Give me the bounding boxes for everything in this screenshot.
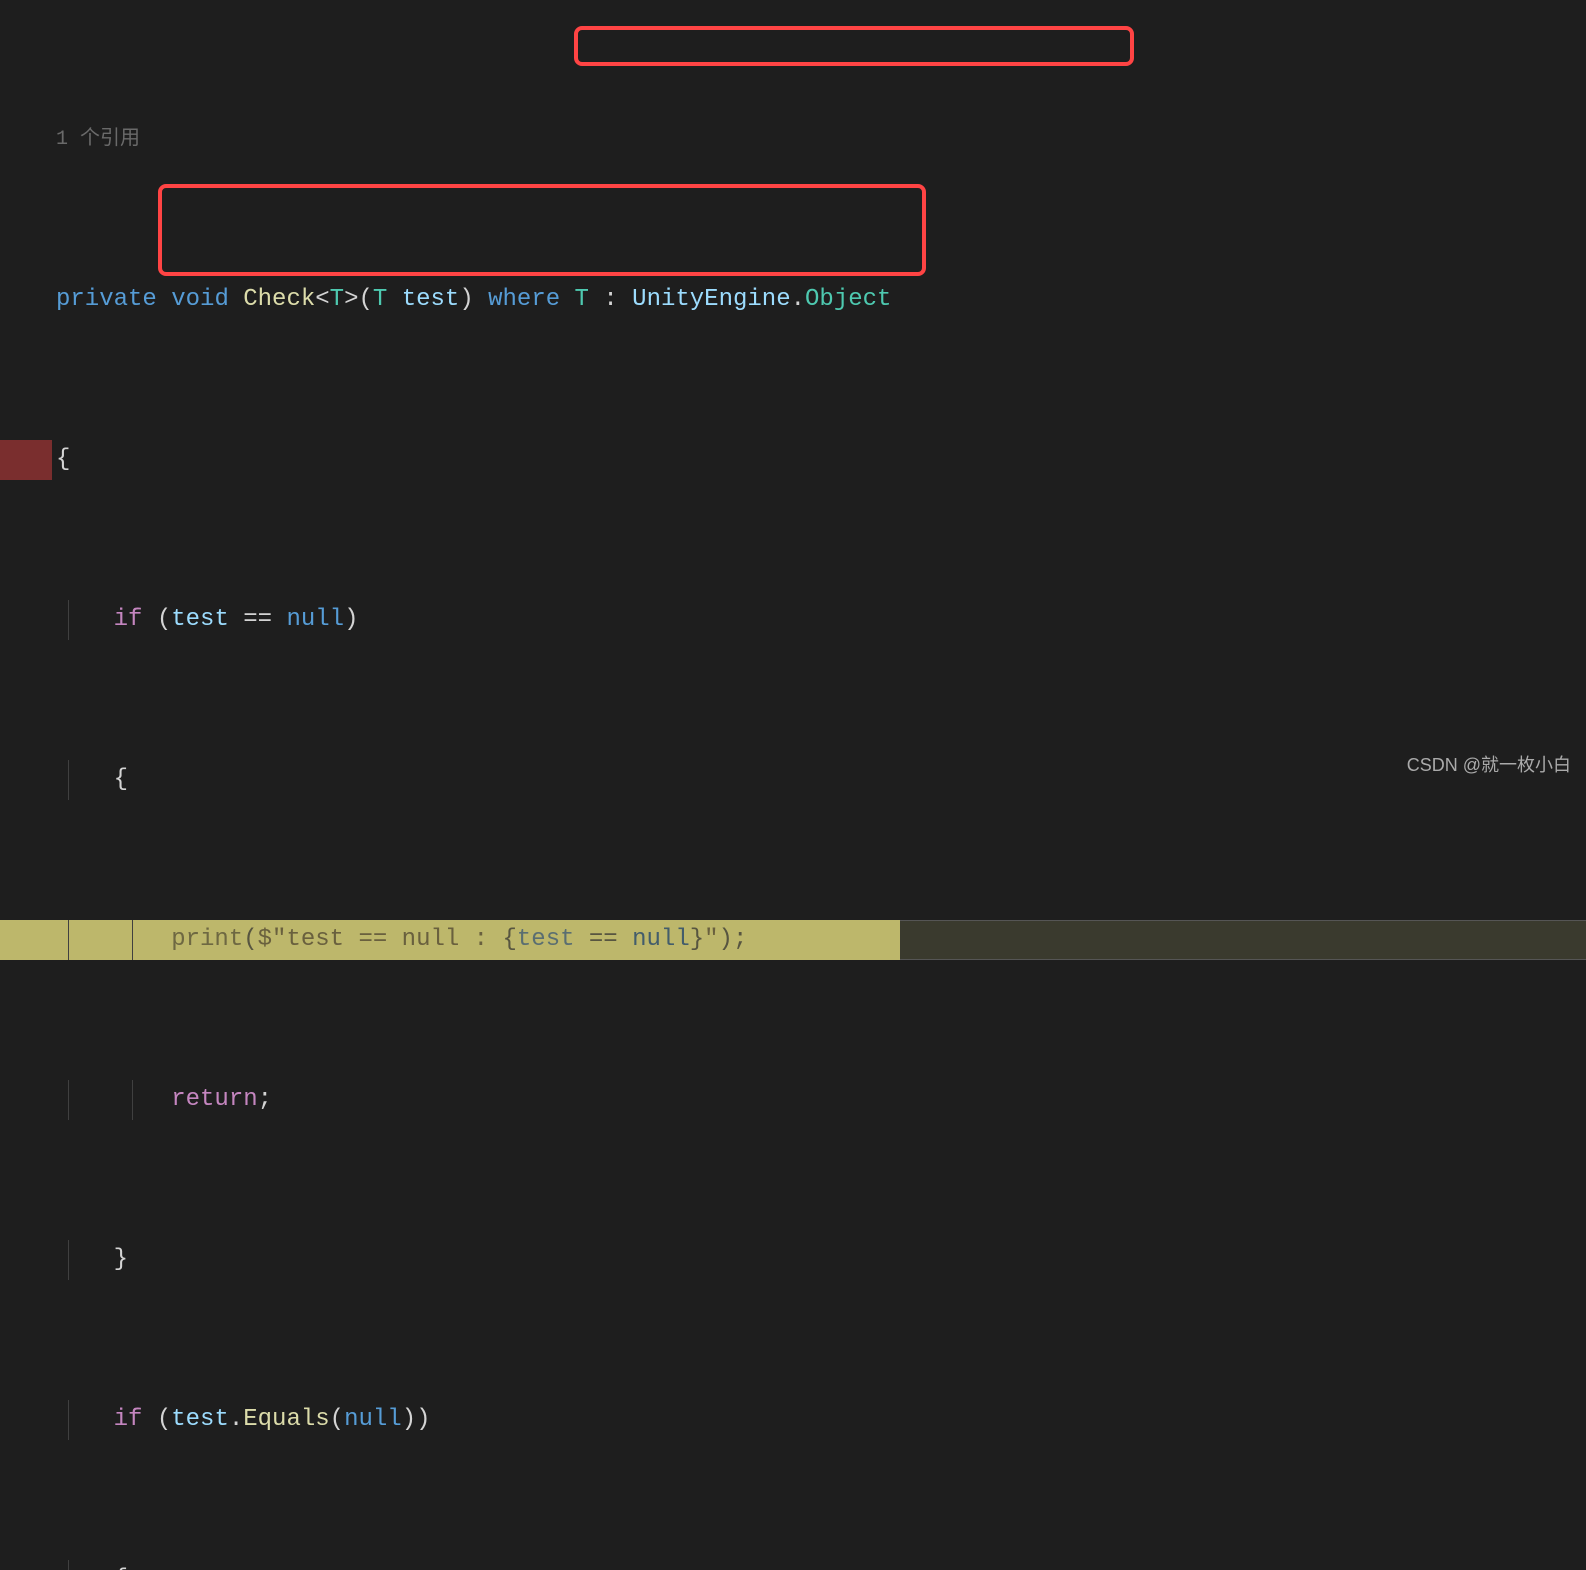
- annotation-box-2: [158, 184, 926, 276]
- open-brace: {: [56, 446, 70, 473]
- code-line[interactable]: {: [0, 1560, 1586, 1570]
- method-print: print: [171, 926, 243, 953]
- close-brace: }: [114, 1246, 128, 1273]
- method-equals: Equals: [243, 1406, 329, 1433]
- keyword-return: return: [171, 1086, 257, 1113]
- code-line[interactable]: if (test == null): [0, 600, 1586, 640]
- variable: test: [171, 606, 229, 633]
- code-line[interactable]: {: [0, 760, 1586, 800]
- reference-hint: 1 个引用: [0, 120, 1586, 160]
- code-line[interactable]: if (test.Equals(null)): [0, 1400, 1586, 1440]
- string-literal: "test == null :: [272, 926, 502, 953]
- code-line[interactable]: {: [0, 440, 1586, 480]
- code-editor[interactable]: 1 个引用 private void Check<T>(T test) wher…: [0, 0, 1586, 1570]
- keyword-if: if: [114, 606, 143, 633]
- code-line[interactable]: }: [0, 1240, 1586, 1280]
- keyword-where: where: [488, 286, 560, 313]
- open-brace: {: [114, 1566, 128, 1570]
- annotation-box-1: [574, 26, 1134, 66]
- keyword-private: private: [56, 286, 157, 313]
- watermark: CSDN @就一枚小白: [1407, 751, 1571, 777]
- class-object: Object: [805, 286, 891, 313]
- code-line[interactable]: return;: [0, 1080, 1586, 1120]
- open-brace: {: [114, 766, 128, 793]
- keyword-if: if: [114, 1406, 143, 1433]
- keyword-void: void: [171, 286, 229, 313]
- type-param: T: [330, 286, 344, 313]
- namespace: UnityEngine: [632, 286, 790, 313]
- param-name: test: [402, 286, 460, 313]
- current-line-highlight: [900, 920, 1586, 960]
- code-line-highlighted[interactable]: print($"test == null : {test == null}");: [0, 920, 1586, 960]
- code-line[interactable]: private void Check<T>(T test) where T : …: [0, 280, 1586, 320]
- method-name: Check: [243, 286, 315, 313]
- keyword-null: null: [286, 606, 344, 633]
